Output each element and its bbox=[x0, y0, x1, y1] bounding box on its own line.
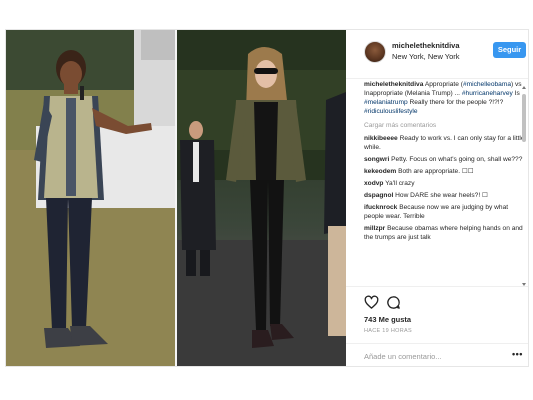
comment-item: kekeodem Both are appropriate. ☐☐ bbox=[364, 167, 526, 176]
avatar[interactable] bbox=[364, 41, 386, 63]
scroll-thumb[interactable] bbox=[522, 94, 526, 142]
post-side-panel: micheletheknitdiva New York, New York Se… bbox=[346, 30, 528, 366]
post-photo[interactable] bbox=[6, 30, 346, 366]
comment-username[interactable]: kekeodem bbox=[364, 168, 396, 175]
header-username[interactable]: micheletheknitdiva bbox=[392, 41, 460, 50]
more-options-icon[interactable]: ••• bbox=[512, 349, 523, 359]
comment-username[interactable]: dspagnol bbox=[364, 192, 393, 199]
photo-divider bbox=[175, 30, 177, 366]
comment-text: Because obamas where helping hands on an… bbox=[364, 225, 523, 241]
caption-segment: Is bbox=[512, 90, 520, 97]
hashtag-link[interactable]: #ridiculouslifestyle bbox=[364, 108, 418, 115]
comment-icon[interactable] bbox=[386, 295, 401, 310]
caption-segment: Really there for the people ?!?!? bbox=[407, 99, 504, 106]
follow-button[interactable]: Seguir bbox=[493, 42, 526, 58]
header-location[interactable]: New York, New York bbox=[392, 52, 460, 61]
comment-item: songwri Petty. Focus on what's going on,… bbox=[364, 155, 526, 164]
comments-scrollbar[interactable] bbox=[522, 86, 526, 286]
comment-text: How DARE she wear heels?! ☐ bbox=[395, 192, 488, 199]
add-comment-bar: ••• bbox=[346, 343, 528, 368]
post-actions: 743 Me gusta HACE 19 HORAS ••• bbox=[346, 286, 528, 367]
comment-text: Petty. Focus on what's going on, shall w… bbox=[391, 156, 523, 163]
load-more-comments-link[interactable]: Cargar más comentarios bbox=[364, 121, 526, 130]
hashtag-link[interactable]: #michelleobama bbox=[463, 81, 511, 88]
photo-left-figure bbox=[6, 30, 176, 366]
instagram-post: micheletheknitdiva New York, New York Se… bbox=[5, 29, 529, 367]
comment-item: xodvp Ya'll crazy bbox=[364, 179, 526, 188]
caption-segment: Appropriate ( bbox=[423, 81, 463, 88]
comment-text: Both are appropriate. ☐☐ bbox=[398, 168, 474, 175]
comment-item: ifucknrock Because now we are judging by… bbox=[364, 203, 526, 221]
comment-username[interactable]: nikkibeeee bbox=[364, 135, 398, 142]
comment-username[interactable]: xodvp bbox=[364, 180, 383, 187]
comment-item: nikkibeeee Ready to work vs. I can only … bbox=[364, 134, 526, 152]
photo-left-michelle-obama bbox=[6, 30, 176, 366]
photo-right-melania-trump bbox=[176, 30, 346, 366]
comment-username[interactable]: millzpr bbox=[364, 225, 385, 232]
caption-username[interactable]: micheletheknitdiva bbox=[364, 81, 423, 88]
comment-item: dspagnol How DARE she wear heels?! ☐ bbox=[364, 191, 526, 200]
comment-item: millzpr Because obamas where helping han… bbox=[364, 224, 526, 242]
hashtag-link[interactable]: #melaniatrump bbox=[364, 99, 408, 106]
comment-username[interactable]: songwri bbox=[364, 156, 389, 163]
post-timestamp: HACE 19 HORAS bbox=[364, 328, 412, 334]
likes-count[interactable]: 743 Me gusta bbox=[364, 315, 411, 324]
photo-right-figure bbox=[176, 30, 346, 366]
hashtag-link[interactable]: #hurricaneharvey bbox=[462, 90, 513, 97]
post-header: micheletheknitdiva New York, New York Se… bbox=[346, 30, 528, 79]
add-comment-input[interactable] bbox=[364, 349, 494, 363]
scroll-up-arrow-icon[interactable] bbox=[522, 86, 526, 89]
comment-text: Ya'll crazy bbox=[385, 180, 415, 187]
heart-icon[interactable] bbox=[364, 295, 379, 310]
comment-username[interactable]: ifucknrock bbox=[364, 204, 397, 211]
comment-list: nikkibeeee Ready to work vs. I can only … bbox=[364, 134, 526, 242]
post-caption: micheletheknitdiva Appropriate (#michell… bbox=[364, 80, 526, 116]
comments-section[interactable]: micheletheknitdiva Appropriate (#michell… bbox=[364, 80, 526, 284]
